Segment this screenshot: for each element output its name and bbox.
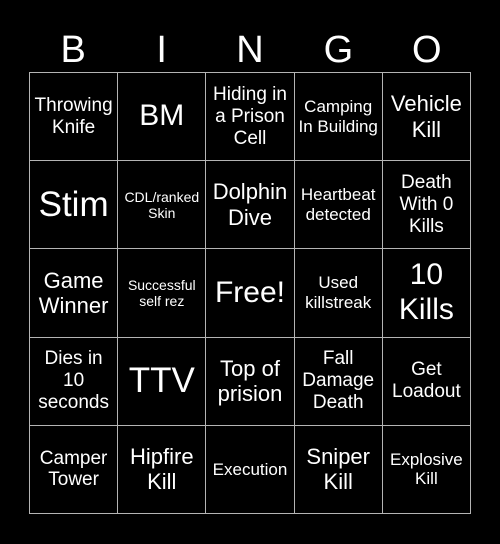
cell-label: Fall Damage Death — [302, 348, 375, 414]
free-space-cell[interactable]: Free! — [206, 249, 295, 338]
bingo-cell[interactable]: Vehicle Kill — [382, 73, 471, 162]
cell-label: Successful self rez — [127, 276, 196, 309]
bingo-cell[interactable]: Game Winner — [30, 249, 119, 338]
bingo-cell[interactable]: TTV — [118, 337, 207, 426]
cell-label: Free! — [214, 275, 285, 309]
cell-label: Camping In Building — [298, 97, 378, 136]
bingo-cell[interactable]: Explosive Kill — [382, 425, 471, 514]
cell-label: Top of prision — [217, 355, 283, 407]
bingo-cell[interactable]: Camper Tower — [30, 425, 119, 514]
cell-label: Explosive Kill — [390, 449, 463, 489]
cell-label: Execution — [212, 459, 288, 479]
cell-label: Camper Tower — [39, 447, 108, 491]
bingo-cell[interactable]: 10 Kills — [382, 249, 471, 338]
bingo-cell[interactable]: Successful self rez — [118, 249, 207, 338]
cell-label: Vehicle Kill — [390, 91, 462, 142]
cell-label: CDL/ranked Skin — [124, 188, 200, 221]
cell-label: Sniper Kill — [306, 444, 370, 495]
bingo-board: Throwing Knife BM Hiding in a Prison Cel… — [29, 72, 471, 514]
cell-label: Heartbeat detected — [300, 185, 376, 224]
bingo-header: B I N G O — [29, 28, 471, 72]
cell-label: 10 Kills — [398, 258, 454, 326]
header-letter-i: I — [156, 29, 167, 71]
bingo-cell[interactable]: Dies in 10 seconds — [30, 337, 119, 426]
cell-label: Throwing Knife — [34, 94, 113, 138]
bingo-cell[interactable]: Camping In Building — [294, 73, 383, 162]
bingo-cell[interactable]: Stim — [30, 161, 119, 250]
bingo-cell[interactable]: Used killstreak — [294, 249, 383, 338]
bingo-cell[interactable]: Fall Damage Death — [294, 337, 383, 426]
bingo-cell[interactable]: Sniper Kill — [294, 425, 383, 514]
cell-label: Game Winner — [38, 267, 109, 318]
header-letter-n: N — [236, 29, 264, 71]
cell-label: TTV — [128, 361, 195, 401]
bingo-cell[interactable]: Death With 0 Kills — [382, 161, 471, 250]
bingo-cell[interactable]: Throwing Knife — [30, 73, 119, 162]
cell-label: Dies in 10 seconds — [38, 348, 109, 414]
header-letter-o: O — [412, 29, 442, 71]
bingo-cell[interactable]: Hipfire Kill — [118, 425, 207, 514]
cell-label: Hipfire Kill — [130, 444, 194, 495]
cell-label: Get Loadout — [392, 359, 461, 403]
bingo-cell[interactable]: CDL/ranked Skin — [118, 161, 207, 250]
bingo-cell[interactable]: Execution — [206, 425, 295, 514]
cell-label: Death With 0 Kills — [399, 172, 454, 237]
cell-label: Dolphin Dive — [212, 179, 288, 230]
cell-label: BM — [139, 99, 185, 133]
header-letter-g: G — [323, 29, 354, 71]
header-letter-b: B — [60, 29, 86, 71]
cell-label: Used killstreak — [305, 273, 372, 312]
bingo-cell[interactable]: BM — [118, 73, 207, 162]
cell-label: Stim — [38, 184, 109, 224]
bingo-cell[interactable]: Top of prision — [206, 337, 295, 426]
bingo-cell[interactable]: Heartbeat detected — [294, 161, 383, 250]
bingo-cell[interactable]: Get Loadout — [382, 337, 471, 426]
cell-label: Hiding in a Prison Cell — [213, 83, 287, 149]
bingo-cell[interactable]: Dolphin Dive — [206, 161, 295, 250]
bingo-cell[interactable]: Hiding in a Prison Cell — [206, 73, 295, 162]
